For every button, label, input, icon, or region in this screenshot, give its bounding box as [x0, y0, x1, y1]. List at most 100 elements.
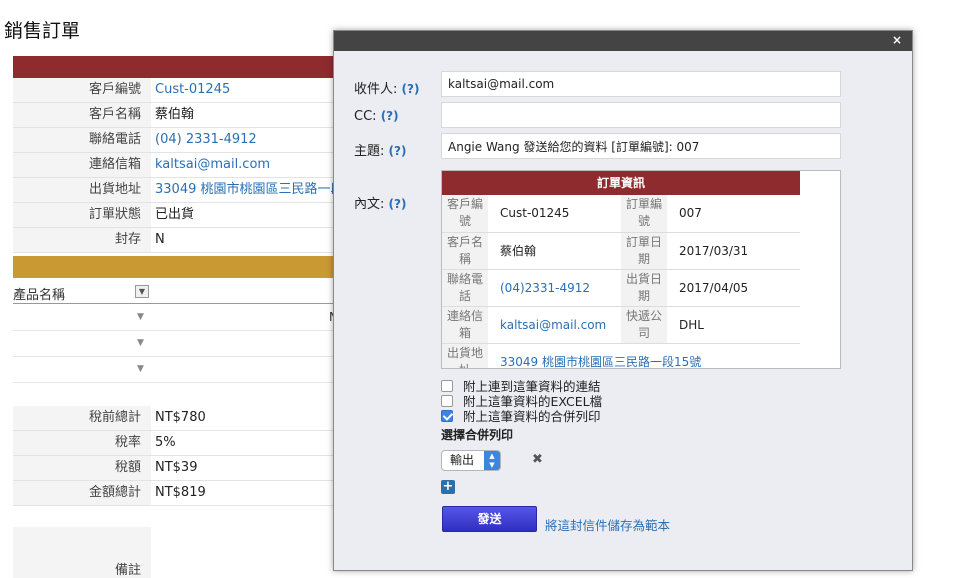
field-label: 聯絡電話 — [13, 128, 151, 152]
totals-row-subtotal: 稅前總計 NT$780 — [13, 406, 335, 431]
merge-print-select[interactable]: 輸出 ▲ ▼ — [441, 450, 501, 471]
add-icon[interactable]: + — [441, 480, 455, 494]
form-row-address: 出貨地址 33049 桃園市桃園區三民路一段 — [13, 178, 344, 203]
info-key: 快遞公司 — [621, 306, 667, 344]
customer-name-value: 蔡伯翰 — [155, 107, 195, 122]
info-value-link[interactable]: 33049 桃園市桃園區三民路一段15號 — [488, 343, 800, 368]
archived-value: N — [155, 232, 165, 247]
save-as-template-link[interactable]: 將這封信件儲存為範本 — [545, 515, 670, 534]
info-value-link[interactable]: kaltsai@mail.com — [488, 306, 621, 344]
customer-id-link[interactable]: Cust-01245 — [155, 78, 230, 102]
product-name-column: 產品名稱 — [13, 288, 66, 303]
field-label: 金額總計 — [13, 481, 151, 505]
subject-input[interactable] — [441, 133, 841, 159]
send-email-dialog: × 收件人: (?) CC: (?) 主題: (?) 內文: (?) 訂單資訊 … — [333, 30, 913, 571]
phone-link[interactable]: (04) 2331-4912 — [155, 128, 257, 152]
info-value: 007 — [667, 195, 800, 233]
body-label: 內文: (?) — [354, 193, 406, 212]
info-key: 客戶名稱 — [442, 232, 488, 270]
subject-label-text: 主題: — [354, 144, 385, 159]
table-row: 客戶編號 Cust-01245 訂單編號 007 — [442, 195, 800, 233]
option-label: 附上這筆資料的合併列印 — [463, 409, 601, 424]
info-value: 2017/04/05 — [667, 269, 800, 307]
email-link[interactable]: kaltsai@mail.com — [155, 153, 270, 177]
info-value: 2017/03/31 — [667, 232, 800, 270]
body-label-text: 內文: — [354, 197, 385, 212]
info-key: 連絡信箱 — [442, 306, 488, 344]
form-row-status: 訂單狀態 已出貨 — [13, 203, 335, 228]
cc-label-text: CC: — [354, 109, 377, 124]
info-value: 蔡伯翰 — [488, 232, 621, 270]
field-label: 稅額 — [13, 456, 151, 480]
form-row-customer-id: 客戶編號 Cust-01245 — [13, 78, 335, 103]
info-key: 出貨日期 — [621, 269, 667, 307]
help-icon[interactable]: (?) — [389, 144, 407, 158]
product-row: ▼ N — [13, 305, 338, 331]
email-body-editor[interactable]: 訂單資訊 客戶編號 Cust-01245 訂單編號 007 客戶名稱 蔡伯翰 訂… — [441, 170, 841, 369]
checkbox[interactable] — [441, 379, 453, 392]
select-value: 輸出 — [450, 453, 475, 467]
help-icon[interactable]: (?) — [389, 197, 407, 211]
tax-rate-value: 5% — [155, 435, 176, 450]
recipient-label-text: 收件人: — [354, 82, 398, 97]
info-key: 訂單日期 — [621, 232, 667, 270]
page-title: 銷售訂單 — [4, 20, 81, 42]
cc-label: CC: (?) — [354, 109, 399, 124]
info-key: 客戶編號 — [442, 195, 488, 233]
form-row-customer-name: 客戶名稱 蔡伯翰 — [13, 103, 335, 128]
help-icon[interactable]: (?) — [381, 109, 399, 123]
info-key: 出貨地址 — [442, 343, 488, 368]
chevron-down-icon[interactable]: ▼ — [137, 312, 144, 322]
recipient-label: 收件人: (?) — [354, 78, 419, 97]
info-value-link[interactable]: (04)2331-4912 — [488, 269, 621, 307]
info-key: 聯絡電話 — [442, 269, 488, 307]
remark-label: 備註 — [114, 563, 141, 578]
field-label: 客戶編號 — [13, 78, 151, 102]
totals-row-total: 金額總計 NT$819 — [13, 481, 335, 506]
address-link[interactable]: 33049 桃園市桃園區三民路一段 — [155, 178, 344, 202]
checkbox[interactable] — [441, 394, 453, 407]
field-label: 封存 — [13, 228, 151, 252]
table-row: 出貨地址 33049 桃園市桃園區三民路一段15號 — [442, 343, 800, 368]
remove-icon[interactable]: ✖ — [532, 452, 543, 467]
products-section-bar — [13, 256, 335, 278]
field-label: 客戶名稱 — [13, 103, 151, 127]
product-row: ▼ — [13, 357, 335, 383]
chevron-down-icon[interactable]: ▼ — [137, 338, 144, 348]
table-row: 客戶名稱 蔡伯翰 訂單日期 2017/03/31 — [442, 232, 800, 270]
table-row: 聯絡電話 (04)2331-4912 出貨日期 2017/04/05 — [442, 269, 800, 307]
product-table-header: 產品名稱 ▼ — [13, 282, 335, 304]
help-icon[interactable]: (?) — [402, 82, 420, 96]
subject-label: 主題: (?) — [354, 140, 406, 159]
select-arrows-icon: ▲ ▼ — [484, 451, 500, 470]
send-button[interactable]: 發送 — [442, 506, 537, 532]
column-dropdown-icon[interactable]: ▼ — [135, 285, 149, 298]
dialog-header: × — [334, 31, 912, 51]
email-order-info-table: 客戶編號 Cust-01245 訂單編號 007 客戶名稱 蔡伯翰 訂單日期 2… — [442, 195, 800, 368]
section-header-bar — [13, 56, 335, 78]
order-status-value: 已出貨 — [155, 207, 195, 222]
field-label: 訂單狀態 — [13, 203, 151, 227]
tax-value: NT$39 — [155, 460, 198, 475]
chevron-down-icon[interactable]: ▼ — [137, 364, 144, 374]
form-row-email: 連絡信箱 kaltsai@mail.com — [13, 153, 335, 178]
option-attach-merge-print[interactable]: 附上這筆資料的合併列印 — [441, 408, 601, 424]
recipient-input[interactable] — [441, 71, 841, 97]
field-label: 稅前總計 — [13, 406, 151, 430]
checkbox-checked[interactable] — [441, 409, 453, 422]
close-icon[interactable]: × — [892, 33, 902, 47]
form-row-archived: 封存 N — [13, 228, 335, 253]
cc-input[interactable] — [441, 102, 841, 128]
form-row-phone: 聯絡電話 (04) 2331-4912 — [13, 128, 335, 153]
subtotal-value: NT$780 — [155, 410, 206, 425]
totals-row-tax: 稅額 NT$39 — [13, 456, 335, 481]
table-row: 連絡信箱 kaltsai@mail.com 快遞公司 DHL — [442, 306, 800, 344]
product-row: ▼ — [13, 331, 335, 357]
email-order-info-title: 訂單資訊 — [442, 171, 800, 195]
field-label: 稅率 — [13, 431, 151, 455]
info-value: Cust-01245 — [488, 195, 621, 233]
field-label: 連絡信箱 — [13, 153, 151, 177]
field-label: 出貨地址 — [13, 178, 151, 202]
merge-print-label: 選擇合併列印 — [441, 428, 514, 442]
remark-field: 備註 — [13, 527, 151, 578]
